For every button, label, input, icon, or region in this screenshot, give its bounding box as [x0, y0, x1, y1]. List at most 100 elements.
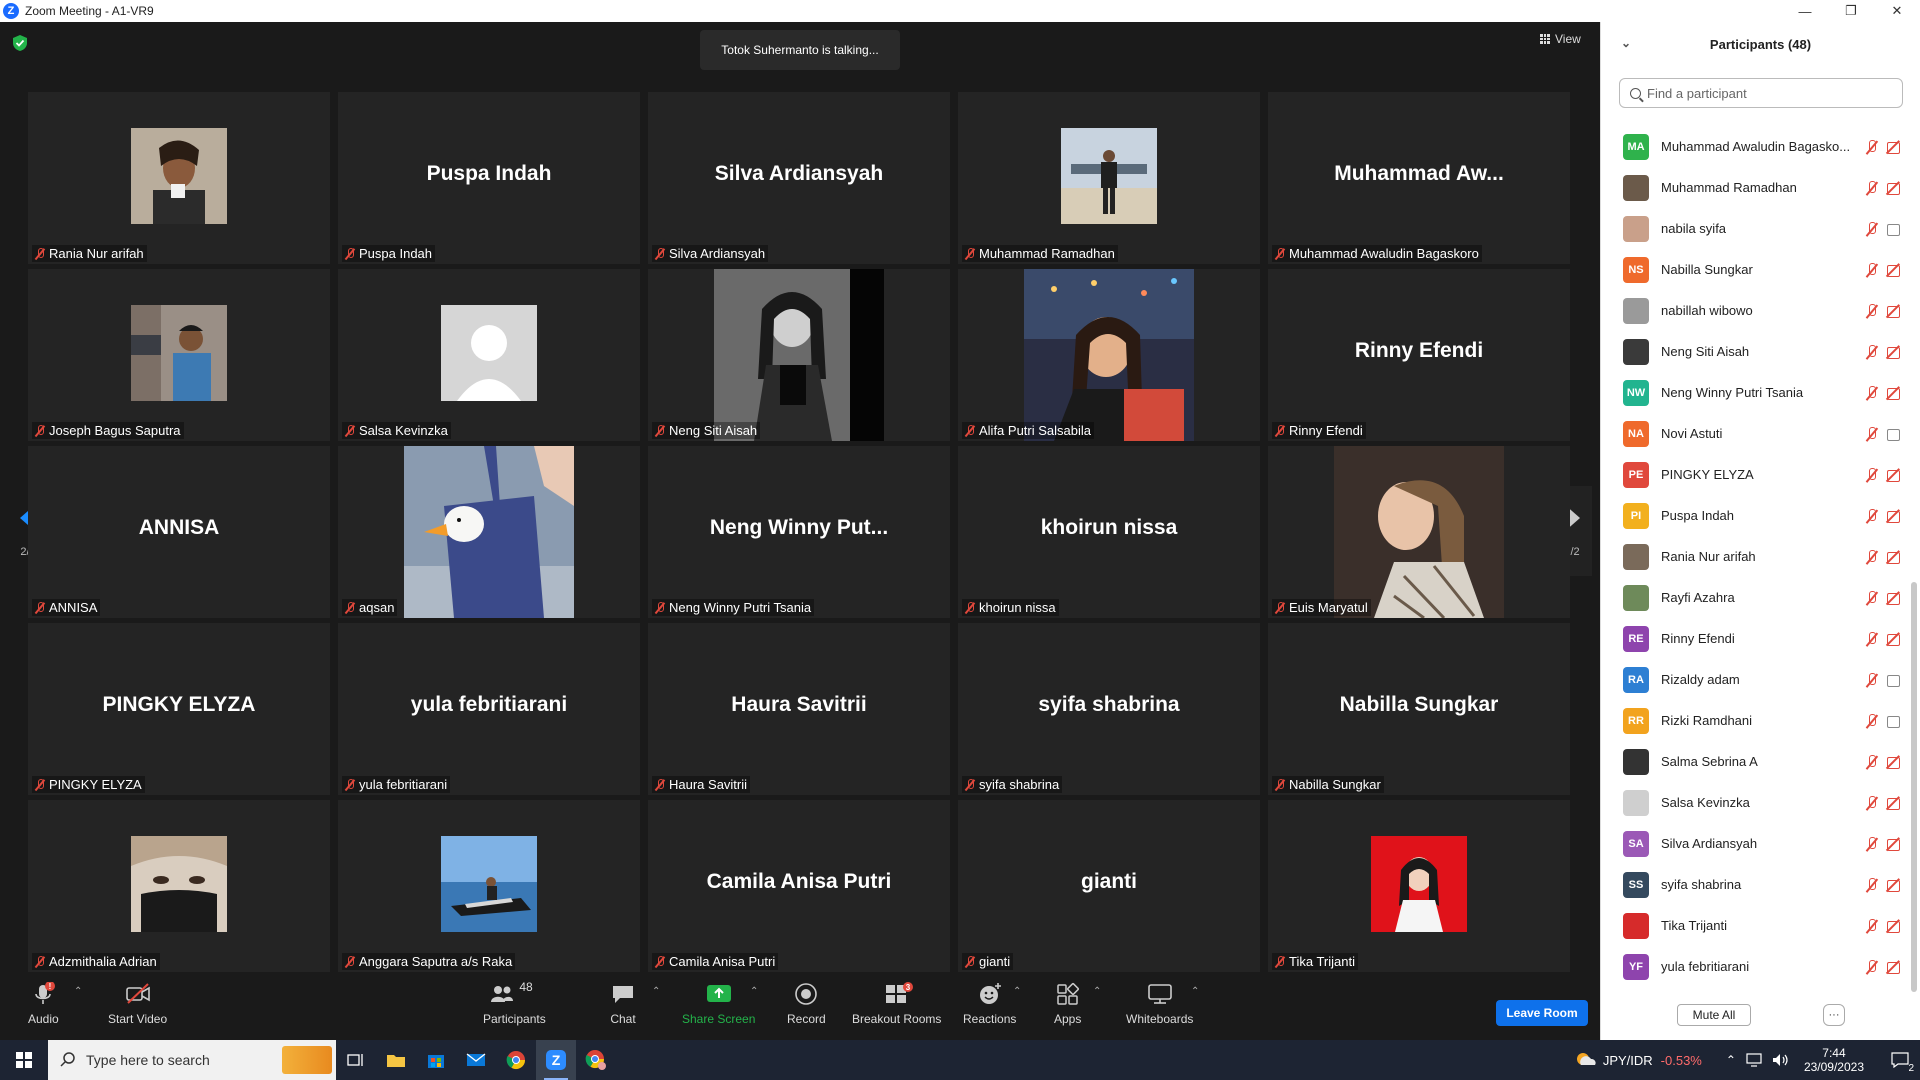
- avatar: PI: [1623, 502, 1649, 529]
- record-button[interactable]: Record: [787, 982, 826, 1026]
- share-screen-button[interactable]: Share Screen: [682, 982, 755, 1026]
- mic-muted-icon: [1865, 303, 1879, 319]
- participant-row[interactable]: YF yula febritiarani: [1601, 946, 1920, 987]
- chevron-down-icon[interactable]: ⌄: [1621, 36, 1631, 50]
- maximize-icon[interactable]: ❐: [1828, 0, 1874, 22]
- participant-row[interactable]: Neng Siti Aisah: [1601, 331, 1920, 372]
- video-tile[interactable]: gianti gianti: [958, 800, 1260, 972]
- minimize-icon[interactable]: —: [1782, 0, 1828, 22]
- tile-participant-name: Adzmithalia Adrian: [49, 954, 157, 969]
- video-tile[interactable]: Tika Trijanti: [1268, 800, 1570, 972]
- mute-all-button[interactable]: Mute All: [1677, 1004, 1751, 1026]
- whiteboards-options-caret-icon[interactable]: ⌃: [1191, 986, 1199, 997]
- network-icon[interactable]: [1746, 1053, 1764, 1067]
- close-icon[interactable]: ✕: [1874, 0, 1920, 22]
- video-tile[interactable]: khoirun nissa khoirun nissa: [958, 446, 1260, 618]
- video-tile[interactable]: Muhammad Aw... Muhammad Awaludin Bagaskor…: [1268, 92, 1570, 264]
- participant-row[interactable]: Rayfi Azahra: [1601, 577, 1920, 618]
- video-tile[interactable]: Neng Siti Aisah: [648, 269, 950, 441]
- microsoft-store-icon[interactable]: [416, 1040, 456, 1080]
- participant-row[interactable]: RA Rizaldy adam: [1601, 659, 1920, 700]
- video-tile[interactable]: PINGKY ELYZA PINGKY ELYZA: [28, 623, 330, 795]
- video-tile[interactable]: Silva Ardiansyah Silva Ardiansyah: [648, 92, 950, 264]
- apps-button[interactable]: Apps: [1054, 982, 1081, 1026]
- share-options-caret-icon[interactable]: ⌃: [750, 986, 758, 997]
- participant-row[interactable]: Salma Sebrina A: [1601, 741, 1920, 782]
- participant-row[interactable]: PE PINGKY ELYZA: [1601, 454, 1920, 495]
- video-tile[interactable]: Anggara Saputra a/s Raka: [338, 800, 640, 972]
- volume-icon[interactable]: [1772, 1053, 1790, 1067]
- audio-options-caret-icon[interactable]: ⌃: [74, 986, 82, 997]
- show-hidden-icons-icon[interactable]: ⌃: [1726, 1053, 1736, 1067]
- participant-row[interactable]: SA Silva Ardiansyah: [1601, 823, 1920, 864]
- chrome-icon[interactable]: [496, 1040, 536, 1080]
- video-tile[interactable]: ANNISA ANNISA: [28, 446, 330, 618]
- video-tile[interactable]: Muhammad Ramadhan: [958, 92, 1260, 264]
- participant-row[interactable]: NA Novi Astuti: [1601, 413, 1920, 454]
- tile-display-name: Neng Winny Put...: [709, 516, 889, 539]
- participant-search[interactable]: [1619, 78, 1903, 108]
- participant-row[interactable]: Muhammad Ramadhan: [1601, 167, 1920, 208]
- more-options-button[interactable]: ···: [1823, 1004, 1845, 1026]
- view-button[interactable]: View: [1540, 32, 1581, 46]
- apps-label: Apps: [1054, 1012, 1082, 1026]
- video-tile[interactable]: Rania Nur arifah: [28, 92, 330, 264]
- clock[interactable]: 7:44 23/09/2023: [1804, 1046, 1864, 1074]
- zoom-taskbar-icon[interactable]: Z: [536, 1040, 576, 1080]
- notifications-button[interactable]: 2: [1880, 1040, 1920, 1080]
- avatar: RE: [1623, 625, 1649, 652]
- video-tile[interactable]: Neng Winny Put... Neng Winny Putri Tsania: [648, 446, 950, 618]
- task-view-icon[interactable]: [336, 1040, 376, 1080]
- mic-muted-icon: [1275, 955, 1285, 968]
- chat-options-caret-icon[interactable]: ⌃: [652, 986, 660, 997]
- participant-row[interactable]: Rania Nur arifah: [1601, 536, 1920, 577]
- audio-button[interactable]: ! Audio: [28, 981, 59, 1026]
- reactions-button[interactable]: Reactions: [963, 982, 1016, 1026]
- chat-button[interactable]: Chat: [610, 982, 636, 1026]
- participant-row[interactable]: Salsa Kevinzka: [1601, 782, 1920, 823]
- video-tile[interactable]: Adzmithalia Adrian: [28, 800, 330, 972]
- participant-row[interactable]: RR Rizki Ramdhani: [1601, 700, 1920, 741]
- taskbar-search[interactable]: Type here to search: [48, 1040, 336, 1080]
- video-tile[interactable]: Haura Savitrii Haura Savitrii: [648, 623, 950, 795]
- participant-row[interactable]: RE Rinny Efendi: [1601, 618, 1920, 659]
- video-tile[interactable]: yula febritiarani yula febritiarani: [338, 623, 640, 795]
- start-video-button[interactable]: Start Video: [108, 982, 167, 1026]
- apps-options-caret-icon[interactable]: ⌃: [1093, 986, 1101, 997]
- mail-icon[interactable]: [456, 1040, 496, 1080]
- video-tile[interactable]: Puspa Indah Puspa Indah: [338, 92, 640, 264]
- mic-muted-icon: [1865, 672, 1879, 688]
- video-tile[interactable]: Camila Anisa Putri Camila Anisa Putri: [648, 800, 950, 972]
- video-tile[interactable]: Nabilla Sungkar Nabilla Sungkar: [1268, 623, 1570, 795]
- tile-name-label: Rinny Efendi: [1272, 422, 1366, 439]
- participant-row[interactable]: NS Nabilla Sungkar: [1601, 249, 1920, 290]
- video-tile[interactable]: Rinny Efendi Rinny Efendi: [1268, 269, 1570, 441]
- chrome-profile-icon[interactable]: [576, 1040, 616, 1080]
- security-shield-icon[interactable]: [12, 34, 28, 52]
- mic-muted-icon: [1865, 467, 1879, 483]
- participant-search-input[interactable]: [1647, 85, 1887, 101]
- participant-row[interactable]: NW Neng Winny Putri Tsania: [1601, 372, 1920, 413]
- leave-room-button[interactable]: Leave Room: [1496, 1000, 1588, 1026]
- whiteboards-button[interactable]: Whiteboards: [1126, 982, 1193, 1026]
- participant-row[interactable]: SS syifa shabrina: [1601, 864, 1920, 905]
- participant-row[interactable]: PI Puspa Indah: [1601, 495, 1920, 536]
- video-tile[interactable]: Euis Maryatul: [1268, 446, 1570, 618]
- file-explorer-icon[interactable]: [376, 1040, 416, 1080]
- video-tile[interactable]: aqsan: [338, 446, 640, 618]
- reactions-options-caret-icon[interactable]: ⌃: [1013, 986, 1021, 997]
- video-tile[interactable]: Salsa Kevinzka: [338, 269, 640, 441]
- weather-icon[interactable]: [1575, 1051, 1597, 1069]
- video-tile[interactable]: Joseph Bagus Saputra: [28, 269, 330, 441]
- participant-row[interactable]: MA Muhammad Awaludin Bagasko...: [1601, 126, 1920, 167]
- video-tile[interactable]: Alifa Putri Salsabila: [958, 269, 1260, 441]
- breakout-rooms-button[interactable]: 3 Breakout Rooms: [852, 982, 941, 1026]
- participant-row[interactable]: nabila syifa: [1601, 208, 1920, 249]
- video-tile[interactable]: syifa shabrina syifa shabrina: [958, 623, 1260, 795]
- participant-row[interactable]: nabillah wibowo: [1601, 290, 1920, 331]
- participant-row[interactable]: Tika Trijanti: [1601, 905, 1920, 946]
- currency-pair[interactable]: JPY/IDR: [1603, 1053, 1653, 1068]
- windows-start-button[interactable]: [0, 1040, 48, 1080]
- participants-button[interactable]: 48 Participants: [483, 980, 546, 1026]
- participant-list-scrollbar[interactable]: [1911, 582, 1917, 992]
